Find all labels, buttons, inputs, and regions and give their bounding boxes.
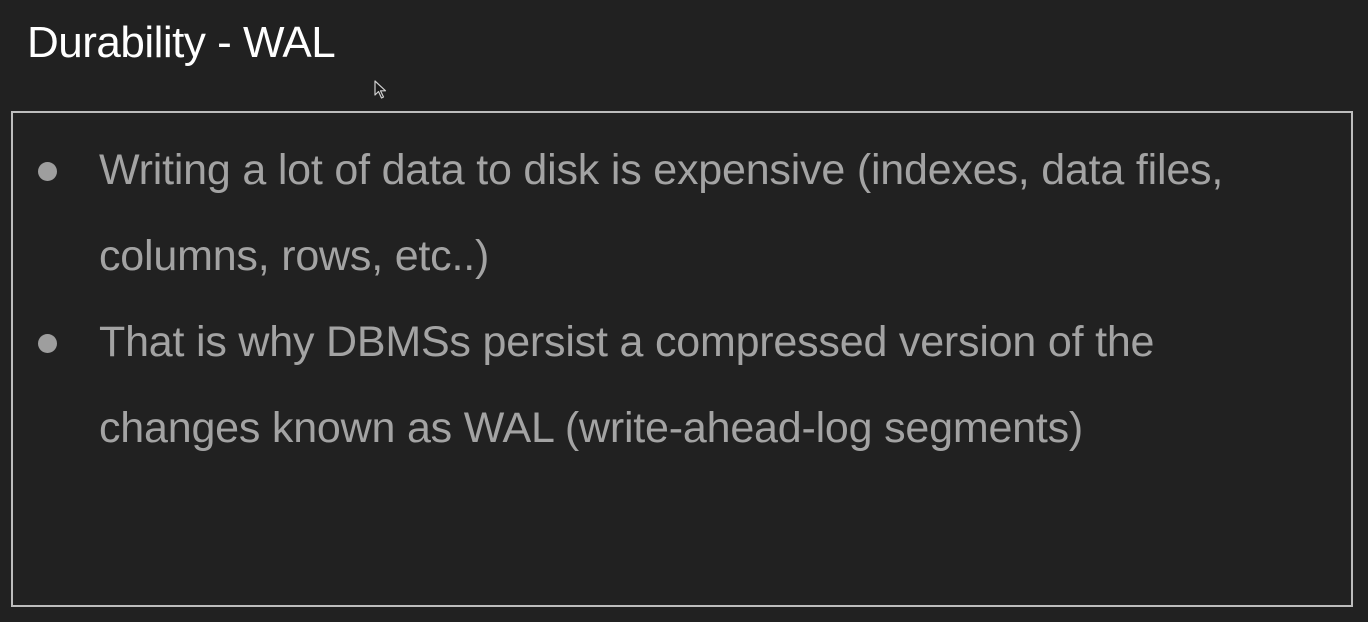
slide-title: Durability - WAL — [27, 18, 336, 67]
bullet-list: Writing a lot of data to disk is expensi… — [13, 127, 1351, 471]
bullet-item: That is why DBMSs persist a compressed v… — [13, 299, 1351, 471]
bullet-text: Writing a lot of data to disk is expensi… — [99, 146, 1224, 280]
bullet-text: That is why DBMSs persist a compressed v… — [99, 318, 1155, 452]
content-box: Writing a lot of data to disk is expensi… — [11, 111, 1353, 607]
bullet-dot-icon — [38, 162, 57, 181]
mouse-pointer-icon — [374, 80, 387, 99]
bullet-dot-icon — [38, 334, 57, 353]
bullet-item: Writing a lot of data to disk is expensi… — [13, 127, 1351, 299]
